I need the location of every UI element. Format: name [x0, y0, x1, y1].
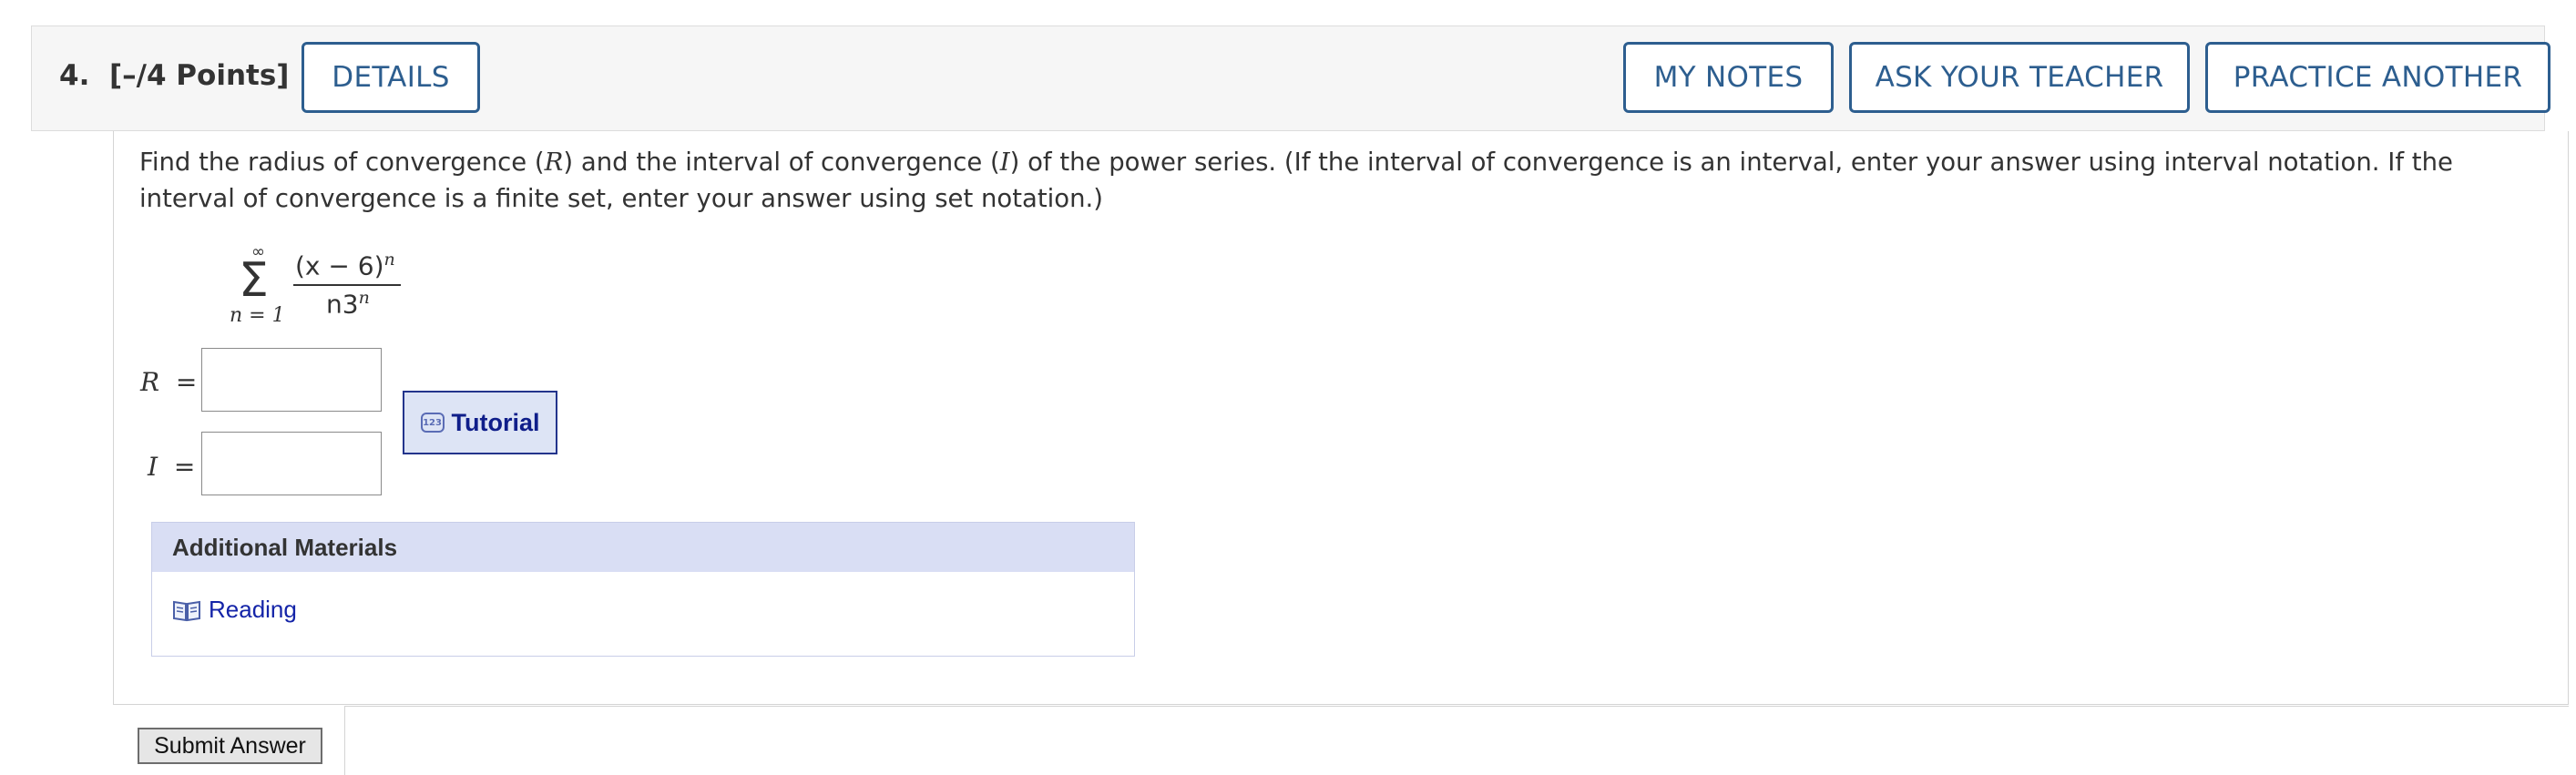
ask-your-teacher-button[interactable]: ASK YOUR TEACHER — [1849, 42, 2190, 113]
fraction-bar — [293, 284, 401, 286]
question-header: 4. [–/4 Points] DETAILS MY NOTES ASK YOU… — [31, 25, 2550, 131]
question-number: 4. [–/4 Points] — [59, 59, 290, 92]
r-answer-input[interactable] — [201, 348, 382, 412]
i-label: I = — [148, 452, 196, 482]
sum-lower-limit: n = 1 — [230, 304, 285, 327]
my-notes-button[interactable]: MY NOTES — [1623, 42, 1834, 113]
question-text: Find the radius of convergence (R) and t… — [139, 148, 2453, 213]
tutorial-icon: 123 — [420, 413, 445, 433]
r-label: R = — [140, 367, 198, 397]
series-numerator: (x − 6)n — [295, 250, 395, 281]
tutorial-label: Tutorial — [451, 408, 540, 436]
feedback-area — [344, 706, 2569, 775]
power-series-expression: ∞ Σ n = 1 (x − 6)n n3n — [230, 242, 503, 339]
additional-materials-title: Additional Materials — [152, 523, 1134, 572]
i-answer-input[interactable] — [201, 432, 382, 495]
reading-link[interactable]: Reading — [172, 596, 297, 624]
points-label: [–/4 Points] — [108, 59, 290, 92]
tutorial-button[interactable]: 123 Tutorial — [403, 391, 557, 454]
submit-answer-button[interactable]: Submit Answer — [138, 728, 322, 764]
series-denominator: n3n — [326, 288, 370, 320]
practice-another-button[interactable]: PRACTICE ANOTHER — [2205, 42, 2550, 113]
sigma-symbol: Σ — [239, 253, 269, 308]
reading-label[interactable]: Reading — [209, 596, 297, 624]
details-button[interactable]: DETAILS — [302, 42, 480, 113]
book-icon — [173, 600, 200, 621]
additional-materials-panel: Additional Materials Reading — [151, 522, 1135, 657]
